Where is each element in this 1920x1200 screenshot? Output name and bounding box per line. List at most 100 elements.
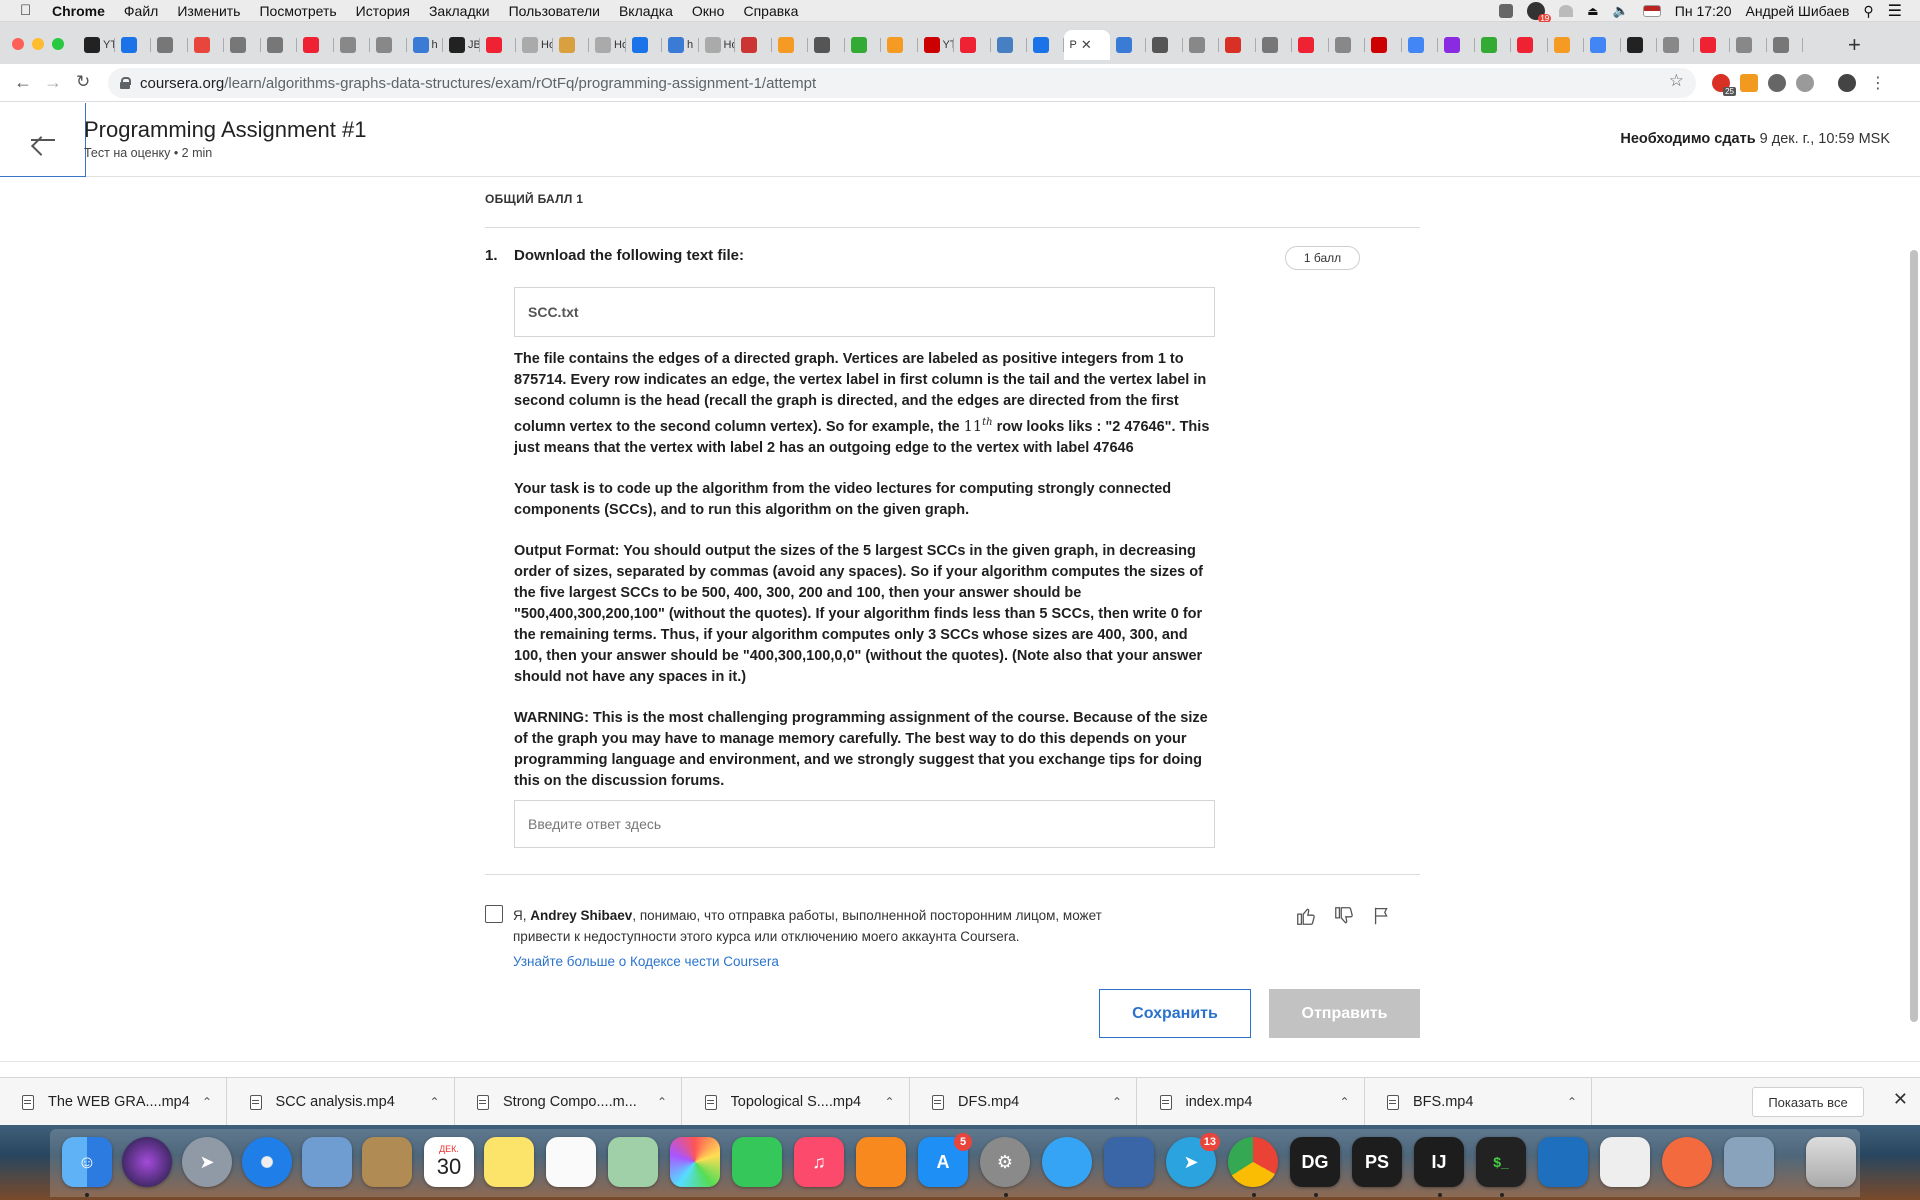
- notification-center-icon[interactable]: ☰: [1888, 1, 1902, 21]
- us-flag-icon[interactable]: [1642, 5, 1661, 17]
- siri-icon[interactable]: [122, 1137, 172, 1187]
- browser-tab[interactable]: [772, 30, 809, 60]
- system-preferences-icon[interactable]: ⚙: [980, 1137, 1030, 1187]
- volume-icon[interactable]: 🔈: [1613, 3, 1629, 19]
- close-window-icon[interactable]: [12, 38, 24, 50]
- maximize-window-icon[interactable]: [52, 38, 64, 50]
- honor-code-checkbox[interactable]: [485, 905, 503, 923]
- browser-tab[interactable]: JB: [443, 30, 480, 60]
- browser-tab[interactable]: [1292, 30, 1329, 60]
- browser-tab[interactable]: [224, 30, 261, 60]
- browser-tab[interactable]: [1730, 30, 1767, 60]
- browser-tab[interactable]: [297, 30, 334, 60]
- forward-icon[interactable]: →: [44, 72, 62, 93]
- extension-red-icon[interactable]: 25: [1712, 74, 1736, 96]
- browser-tab[interactable]: [845, 30, 882, 60]
- maps-icon[interactable]: [608, 1137, 658, 1187]
- document-icon[interactable]: [1600, 1137, 1650, 1187]
- browser-tab[interactable]: [115, 30, 152, 60]
- bookmark-star-icon[interactable]: ☆: [1669, 71, 1684, 91]
- browser-tab[interactable]: [1183, 30, 1220, 60]
- intellij-icon[interactable]: IJ: [1414, 1137, 1464, 1187]
- chevron-up-icon[interactable]: ⌃: [202, 1095, 212, 1109]
- facetime-icon[interactable]: [732, 1137, 782, 1187]
- chrome-icon[interactable]: [1228, 1137, 1278, 1187]
- box-icon[interactable]: [1499, 4, 1514, 18]
- terminal-icon[interactable]: $_: [1476, 1137, 1526, 1187]
- menu-bar-clock[interactable]: Пн 17:20: [1675, 3, 1732, 19]
- menu-bar-user[interactable]: Андрей Шибаев: [1746, 3, 1850, 19]
- image-capture-icon[interactable]: [1724, 1137, 1774, 1187]
- browser-tab[interactable]: [1694, 30, 1731, 60]
- extension-gear-icon[interactable]: [1768, 74, 1786, 92]
- browser-tab[interactable]: [991, 30, 1028, 60]
- browser-tab[interactable]: Нов: [516, 30, 553, 60]
- browser-tab[interactable]: [1584, 30, 1621, 60]
- answer-input[interactable]: Введите ответ здесь: [514, 800, 1215, 848]
- virtualbox-icon[interactable]: [1104, 1137, 1154, 1187]
- contacts-icon[interactable]: [362, 1137, 412, 1187]
- menu-window[interactable]: Окно: [692, 3, 725, 19]
- back-icon[interactable]: ←: [14, 72, 32, 93]
- chevron-up-icon[interactable]: ⌃: [430, 1095, 440, 1109]
- messages-icon[interactable]: [1042, 1137, 1092, 1187]
- postman-icon[interactable]: [1662, 1137, 1712, 1187]
- app-store-icon[interactable]: A5: [918, 1133, 972, 1187]
- reminders-icon[interactable]: [546, 1137, 596, 1187]
- browser-tab[interactable]: [1657, 30, 1694, 60]
- minimize-window-icon[interactable]: [32, 38, 44, 50]
- page-scrollbar[interactable]: [1910, 250, 1918, 1022]
- browser-tab[interactable]: [1329, 30, 1366, 60]
- browser-tab-active[interactable]: P ✕: [1063, 30, 1110, 60]
- lock-icon[interactable]: [120, 77, 131, 89]
- spotlight-icon[interactable]: ⚲: [1863, 3, 1873, 20]
- download-item[interactable]: BFS.mp4 ⌃: [1365, 1078, 1592, 1126]
- menu-history[interactable]: История: [356, 3, 410, 19]
- submit-button[interactable]: Отправить: [1269, 989, 1420, 1038]
- browser-tab[interactable]: YT: [78, 30, 115, 60]
- reload-icon[interactable]: ↻: [76, 72, 90, 92]
- menu-people[interactable]: Пользователи: [509, 3, 600, 19]
- download-item[interactable]: The WEB GRA....mp4 ⌃: [0, 1078, 227, 1126]
- browser-tab[interactable]: YT: [918, 30, 954, 60]
- menu-app-chrome[interactable]: Chrome: [52, 3, 105, 19]
- browser-tab[interactable]: [1110, 30, 1147, 60]
- browser-tab[interactable]: [553, 30, 590, 60]
- finder-icon[interactable]: ☺: [62, 1137, 112, 1187]
- photos-icon[interactable]: [670, 1137, 720, 1187]
- browser-tab[interactable]: [954, 30, 991, 60]
- save-button[interactable]: Сохранить: [1099, 989, 1251, 1038]
- browser-tab[interactable]: [334, 30, 371, 60]
- new-tab-icon[interactable]: +: [1848, 32, 1861, 58]
- close-shelf-icon[interactable]: ✕: [1893, 1089, 1908, 1110]
- browser-tab[interactable]: [881, 30, 918, 60]
- honor-code-link[interactable]: Узнайте больше о Кодексе чести Coursera: [513, 954, 779, 969]
- phpstorm-icon[interactable]: PS: [1352, 1137, 1402, 1187]
- download-item[interactable]: index.mp4 ⌃: [1138, 1078, 1365, 1126]
- eject-icon[interactable]: ⏏: [1587, 4, 1598, 18]
- chevron-up-icon[interactable]: ⌃: [1340, 1095, 1350, 1109]
- flag-icon[interactable]: [1371, 905, 1393, 927]
- file-download-link[interactable]: SCC.txt: [514, 287, 1215, 337]
- thumbs-up-icon[interactable]: [1295, 905, 1317, 927]
- safari-icon[interactable]: [242, 1137, 292, 1187]
- browser-tab[interactable]: [1256, 30, 1293, 60]
- browser-tab[interactable]: Нов: [699, 30, 735, 60]
- profile-avatar[interactable]: [1838, 74, 1856, 92]
- browser-tab[interactable]: [1027, 30, 1064, 60]
- browser-tab[interactable]: [1438, 30, 1475, 60]
- menu-edit[interactable]: Изменить: [177, 3, 240, 19]
- browser-tab[interactable]: [1511, 30, 1548, 60]
- chrome-menu-icon[interactable]: ⋮: [1870, 73, 1886, 93]
- browser-tab[interactable]: [1146, 30, 1183, 60]
- browser-tab[interactable]: [1548, 30, 1585, 60]
- back-button[interactable]: [0, 103, 86, 177]
- notification-icon[interactable]: 19: [1527, 2, 1552, 23]
- chevron-up-icon[interactable]: ⌃: [657, 1095, 667, 1109]
- browser-tab[interactable]: [151, 30, 188, 60]
- calendar-icon[interactable]: ДЕК. 30: [424, 1137, 474, 1187]
- extension-orange-icon[interactable]: [1740, 74, 1758, 92]
- chevron-up-icon[interactable]: ⌃: [1112, 1095, 1122, 1109]
- menu-file[interactable]: Файл: [124, 3, 158, 19]
- chevron-up-icon[interactable]: ⌃: [885, 1095, 895, 1109]
